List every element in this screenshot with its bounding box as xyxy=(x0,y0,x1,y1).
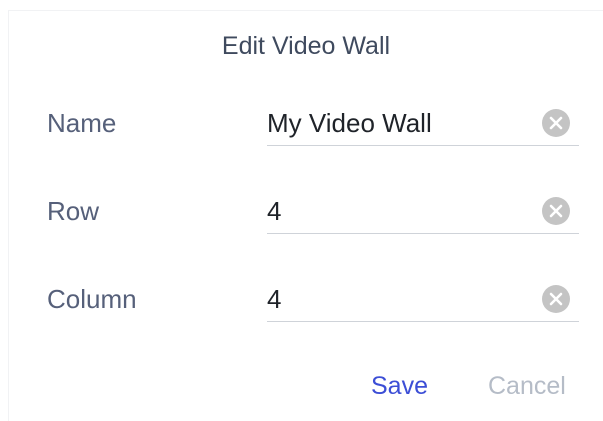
column-label: Column xyxy=(47,284,137,314)
clear-row-icon[interactable] xyxy=(542,197,570,225)
row-field xyxy=(267,193,579,234)
save-button[interactable]: Save xyxy=(371,371,428,401)
name-label: Name xyxy=(47,108,117,138)
row-input[interactable] xyxy=(267,193,527,229)
cancel-button[interactable]: Cancel xyxy=(488,371,566,401)
column-field xyxy=(267,281,579,322)
edit-video-wall-dialog: Edit Video Wall Name Row Column xyxy=(8,10,603,421)
name-field xyxy=(267,105,579,146)
column-input[interactable] xyxy=(267,281,527,317)
dialog-title: Edit Video Wall xyxy=(221,32,391,60)
row-label: Row xyxy=(47,196,100,226)
name-input[interactable] xyxy=(267,105,527,141)
clear-column-icon[interactable] xyxy=(542,285,570,313)
clear-name-icon[interactable] xyxy=(542,109,570,137)
